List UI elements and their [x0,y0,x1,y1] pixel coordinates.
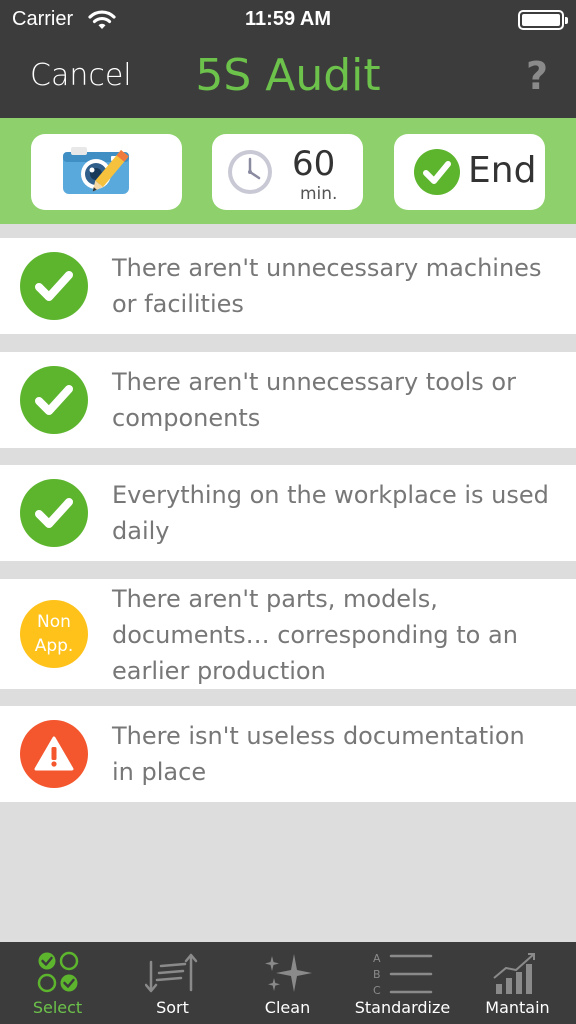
checklist-item-text: There aren't unnecessary tools or compon… [112,368,516,432]
tab-label: Clean [264,998,311,1017]
checklist-item[interactable]: There aren't unnecessary machines or fac… [0,238,576,334]
svg-text:A: A [373,952,381,965]
timer-value: 60 [292,144,336,184]
tab-mantain[interactable]: Mantain [460,942,575,1024]
not-applicable-badge[interactable]: Non App. [20,600,88,668]
checklist-item[interactable]: Non App. There aren't parts, models, doc… [0,579,576,689]
sparkle-icon [230,950,345,998]
warning-icon[interactable] [20,720,88,788]
timer-button[interactable]: 60 min. [212,134,363,210]
abc-list-icon: ABC [345,950,460,998]
photo-note-button[interactable] [31,134,182,210]
page-title: 5S Audit [195,50,381,101]
checklist-item-text: There aren't unnecessary machines or fac… [112,254,542,318]
end-label: End [468,150,537,191]
battery-icon [518,10,568,30]
status-bar: Carrier 11:59 AM [0,0,576,40]
checklist-item-text: There aren't parts, models, documents… c… [112,585,518,685]
audit-toolbar: 60 min. End [0,118,576,224]
tab-label: Mantain [485,998,550,1017]
status-time: 11:59 AM [245,8,331,30]
checklist-item-text: Everything on the workplace is used dail… [112,481,549,545]
checklist-item[interactable]: There isn't useless documentation in pla… [0,706,576,802]
sort-icon [115,950,230,998]
tab-bar: Select Sort Clean A B C Standardize Mant… [0,942,576,1024]
growth-chart-icon [460,950,575,998]
check-circle-icon[interactable] [20,252,88,320]
nav-bar: Cancel 5S Audit ? [0,40,576,118]
tab-label: Sort [156,998,189,1017]
tab-label: Standardize [354,998,451,1017]
checklist-item[interactable]: There aren't unnecessary tools or compon… [0,352,576,448]
end-audit-button[interactable]: End [394,134,545,210]
camera-pencil-icon [61,144,151,206]
check-circle-icon[interactable] [20,366,88,434]
tab-sort[interactable]: Sort [115,942,230,1024]
select-grid-icon [0,950,115,998]
help-button[interactable]: ? [526,54,548,98]
svg-text:C: C [373,984,381,996]
clock-icon [226,148,274,200]
timer-unit: min. [300,184,338,204]
check-circle-icon[interactable] [20,479,88,547]
check-circle-icon [414,149,460,195]
tab-select[interactable]: Select [0,942,115,1024]
tab-clean[interactable]: Clean [230,942,345,1024]
tab-standardize[interactable]: ABC Standardize [345,942,460,1024]
checklist-item-text: There isn't useless documentation in pla… [112,722,525,786]
svg-text:B: B [373,968,381,981]
checklist-item[interactable]: Everything on the workplace is used dail… [0,465,576,561]
tab-label: Select [32,998,83,1017]
